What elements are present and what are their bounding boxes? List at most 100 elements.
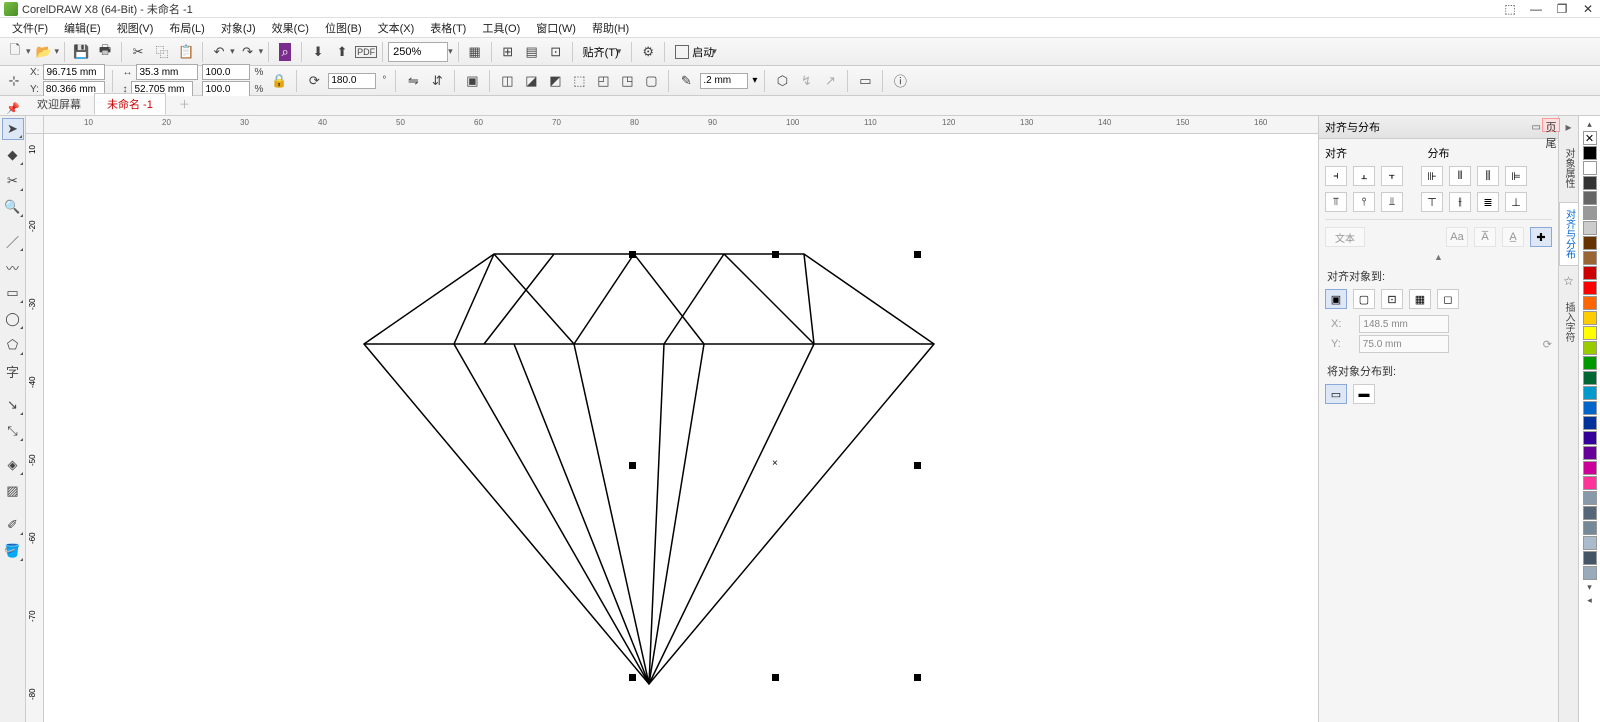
lock-ratio-button[interactable]: 🔒	[269, 71, 289, 91]
sel-handle-ml[interactable]	[629, 462, 636, 469]
dist-center-h-button[interactable]: ⫴	[1449, 166, 1471, 186]
rotation-field[interactable]	[328, 73, 376, 89]
color-swatch[interactable]	[1583, 476, 1597, 490]
align-bottom-button[interactable]: ⫫	[1381, 192, 1403, 212]
dist-to-page-button[interactable]: ▬	[1353, 384, 1375, 404]
dist-spacing-h-button[interactable]: ⫼	[1477, 166, 1499, 186]
align-top-button[interactable]: ⫪	[1325, 192, 1347, 212]
boundary-button[interactable]: ▢	[641, 71, 661, 91]
sel-handle-bl[interactable]	[629, 674, 636, 681]
intersect-button[interactable]: ◩	[545, 71, 565, 91]
align-y-field[interactable]	[1359, 335, 1449, 353]
crop-tool[interactable]: ✂	[2, 170, 24, 192]
canvas[interactable]: ×	[44, 134, 1318, 722]
menu-bitmap[interactable]: 位图(B)	[317, 18, 370, 38]
color-swatch[interactable]	[1583, 461, 1597, 475]
palette-up-icon[interactable]: ▴	[1587, 119, 1592, 130]
extract-button[interactable]: ↗	[820, 71, 840, 91]
dock-add-icon[interactable]: ▸	[1565, 120, 1571, 134]
color-swatch[interactable]	[1583, 491, 1597, 505]
convert-button[interactable]: ▭	[855, 71, 875, 91]
vtab-align-distribute[interactable]: 对齐与分布	[1559, 202, 1579, 266]
new-button[interactable]: 🗋	[4, 41, 26, 63]
connector-tool[interactable]: ⤡	[2, 420, 24, 442]
rectangle-tool[interactable]: ▭	[2, 282, 24, 304]
vertical-ruler[interactable]: 10-20-30-40-50-60-70-80	[26, 134, 44, 722]
print-button[interactable]: 🖶	[94, 41, 116, 63]
open-button[interactable]: 📂	[33, 41, 55, 63]
grid-button[interactable]: ⊞	[497, 41, 519, 63]
window-minimize-button[interactable]: —	[1528, 2, 1544, 16]
parallel-dim-tool[interactable]: ↘	[2, 394, 24, 416]
zoom-tool[interactable]: 🔍	[2, 196, 24, 218]
align-to-grid-button[interactable]: ▦	[1409, 289, 1431, 309]
sel-center[interactable]: ×	[772, 458, 778, 469]
dist-spacing-v-button[interactable]: ≣	[1477, 192, 1499, 212]
menu-edit[interactable]: 编辑(E)	[56, 18, 109, 38]
color-swatch[interactable]	[1583, 146, 1597, 160]
import-button[interactable]: ⬇	[307, 41, 329, 63]
menu-tools[interactable]: 工具(O)	[474, 18, 528, 38]
ruler-origin[interactable]	[26, 116, 44, 134]
wrap-button[interactable]: ⬡	[772, 71, 792, 91]
sel-handle-bm[interactable]	[772, 674, 779, 681]
menu-help[interactable]: 帮助(H)	[584, 18, 637, 38]
window-maximize-button[interactable]: ❐	[1554, 2, 1570, 16]
shape-tool[interactable]: ◆	[2, 144, 24, 166]
tab-add[interactable]: ＋	[166, 93, 203, 115]
search-button[interactable]: ⌕	[274, 41, 296, 63]
pdf-button[interactable]: PDF	[355, 41, 377, 63]
vtab-insert-character[interactable]: 插入字符	[1559, 296, 1578, 348]
sel-handle-tl[interactable]	[629, 251, 636, 258]
align-center-v-button[interactable]: ⫯	[1353, 192, 1375, 212]
docker-title-bar[interactable]: 对齐与分布 ▭▸	[1319, 116, 1558, 139]
color-swatch[interactable]	[1583, 401, 1597, 415]
dropshadow-tool[interactable]: ◈	[2, 454, 24, 476]
color-swatch[interactable]	[1583, 236, 1597, 250]
fill-tool[interactable]: 🪣	[2, 540, 24, 562]
edit-wrap-button[interactable]: ↯	[796, 71, 816, 91]
color-swatch[interactable]	[1583, 386, 1597, 400]
horizontal-ruler[interactable]: 1020304050607080901001101201301401501601…	[44, 116, 1318, 134]
options-button[interactable]: ⚙	[637, 41, 659, 63]
color-swatch[interactable]	[1583, 206, 1597, 220]
color-swatch[interactable]	[1583, 416, 1597, 430]
weld-button[interactable]: ◫	[497, 71, 517, 91]
scale-y-field[interactable]	[202, 81, 250, 97]
dist-center-v-button[interactable]: ⫲	[1449, 192, 1471, 212]
align-left-button[interactable]: ⫞	[1325, 166, 1347, 186]
menu-text[interactable]: 文本(X)	[370, 18, 423, 38]
window-close-button[interactable]: ✕	[1580, 2, 1596, 16]
color-swatch[interactable]	[1583, 191, 1597, 205]
color-swatch[interactable]	[1583, 311, 1597, 325]
color-swatch[interactable]	[1583, 161, 1597, 175]
front-minus-back-button[interactable]: ◰	[593, 71, 613, 91]
guides-button[interactable]: ▤	[521, 41, 543, 63]
color-swatch[interactable]	[1583, 266, 1597, 280]
color-swatch[interactable]	[1583, 506, 1597, 520]
color-swatch[interactable]	[1583, 296, 1597, 310]
docker-expand-icon[interactable]: ▭	[1532, 122, 1541, 133]
snap-button[interactable]: 贴齐(T) ▾	[578, 41, 627, 63]
color-swatch[interactable]	[1583, 341, 1597, 355]
no-fill-swatch[interactable]: ✕	[1583, 131, 1597, 145]
color-swatch[interactable]	[1583, 431, 1597, 445]
pin-icon[interactable]: 📌	[6, 102, 20, 115]
pick-tool[interactable]: ➤	[2, 118, 24, 140]
dist-to-selection-button[interactable]: ▭	[1325, 384, 1347, 404]
export-button[interactable]: ⬆	[331, 41, 353, 63]
back-minus-front-button[interactable]: ◳	[617, 71, 637, 91]
outline-option-button[interactable]: ✚	[1530, 227, 1552, 247]
ellipse-tool[interactable]: ◯	[2, 308, 24, 330]
refresh-icon[interactable]: ⟳	[1543, 338, 1552, 351]
menu-window[interactable]: 窗口(W)	[528, 18, 584, 38]
mirror-h-button[interactable]: ⇋	[403, 71, 423, 91]
align-to-point-button[interactable]: ◻	[1437, 289, 1459, 309]
menu-table[interactable]: 表格(T)	[422, 18, 474, 38]
fullscreen-button[interactable]: ▦	[464, 41, 486, 63]
order-button[interactable]: ▣	[462, 71, 482, 91]
text-tool[interactable]: 字	[2, 360, 24, 382]
sel-handle-mr[interactable]	[914, 462, 921, 469]
launch-button[interactable]: 启动 ▾	[670, 41, 722, 63]
sel-handle-tr[interactable]	[914, 251, 921, 258]
